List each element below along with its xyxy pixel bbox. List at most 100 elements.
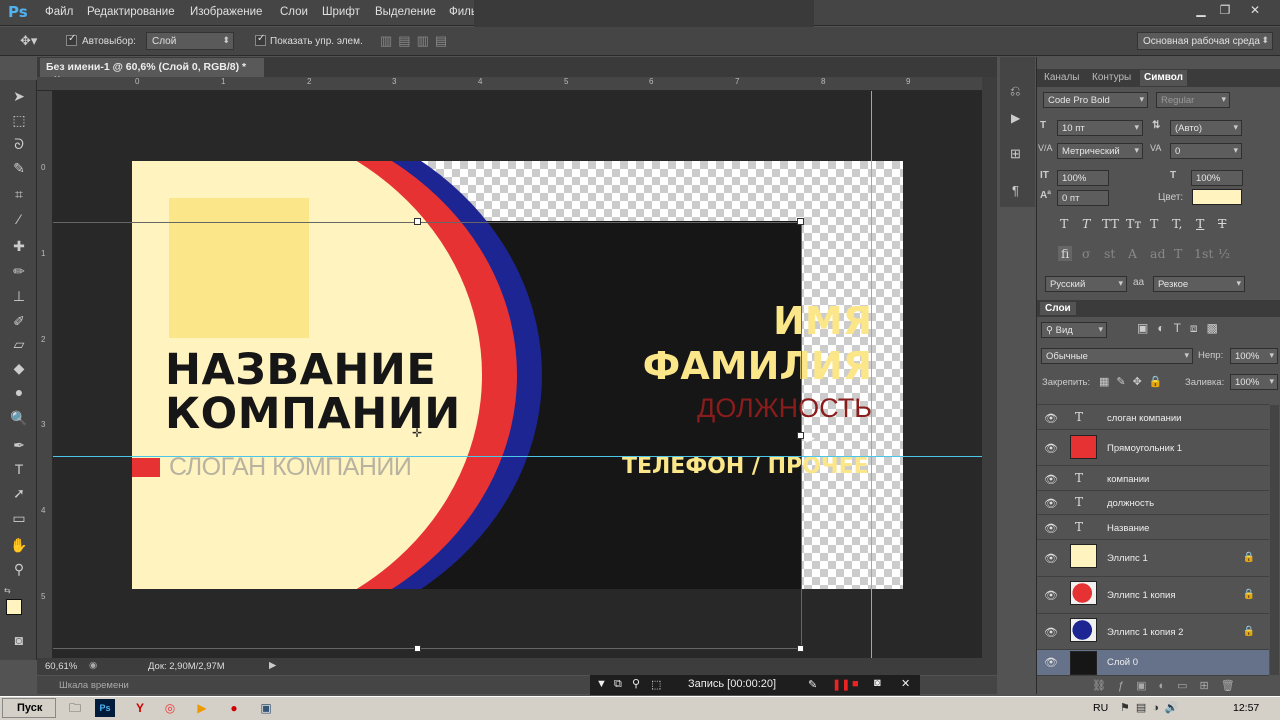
font-style-select[interactable]: Regular	[1156, 92, 1230, 108]
autoselect-checkbox[interactable]	[66, 33, 77, 46]
small-caps-button[interactable]: Tт	[1126, 216, 1141, 231]
tray-icons[interactable]: ⚑▤◑🔊	[1120, 701, 1185, 714]
layer-row[interactable]: 👁 T слоган компании	[1037, 405, 1269, 430]
layer-row[interactable]: 👁 T компании	[1037, 466, 1269, 491]
restore-icon[interactable]: ❐	[1214, 3, 1236, 19]
menu-edit[interactable]: Редактирование	[87, 6, 175, 18]
properties-icon[interactable]: ⊞	[1010, 146, 1021, 162]
paragraph-icon[interactable]: ¶	[1012, 183, 1019, 198]
visibility-eye-icon[interactable]: 👁	[1044, 626, 1058, 639]
transform-handle[interactable]	[797, 645, 804, 652]
close-record-icon[interactable]: ✕	[901, 677, 910, 690]
foreground-color-swatch[interactable]	[6, 599, 22, 615]
recorder-icon[interactable]: ●	[224, 699, 244, 717]
document-tab[interactable]: Без имени-1 @ 60,6% (Слой 0, RGB/8) * ×	[40, 58, 264, 85]
kerning-field[interactable]: Метрический	[1057, 143, 1143, 159]
yandex-icon[interactable]: Y	[130, 699, 150, 717]
layer-row[interactable]: 👁 T должность	[1037, 491, 1269, 515]
ligatures-button[interactable]: fi	[1058, 246, 1073, 261]
tab-channels[interactable]: Каналы	[1040, 70, 1084, 86]
media-player-icon[interactable]: ▶	[192, 699, 212, 717]
eyedropper-icon[interactable]: ⁄	[9, 209, 29, 229]
guide-vertical[interactable]	[871, 91, 872, 658]
actions-play-icon[interactable]: ▶	[1011, 111, 1020, 125]
font-family-select[interactable]: Code Pro Bold	[1043, 92, 1148, 108]
lock-icons[interactable]: ▦✎✥🔒	[1099, 375, 1170, 388]
vertical-scale-field[interactable]: 100%	[1057, 170, 1109, 186]
blur-icon[interactable]: ●	[9, 382, 29, 402]
chrome-icon[interactable]: ◎	[160, 699, 180, 717]
quick-select-icon[interactable]: ✎	[9, 158, 29, 178]
visibility-eye-icon[interactable]: 👁	[1044, 497, 1058, 510]
visibility-eye-icon[interactable]: 👁	[1044, 656, 1058, 669]
menu-select[interactable]: Выделение	[375, 6, 436, 18]
leading-field[interactable]: (Авто)	[1170, 120, 1242, 136]
old-style-button[interactable]: σ	[1082, 246, 1091, 261]
zoom-icon[interactable]: ⚲	[9, 559, 29, 579]
status-info-icon[interactable]: ◉	[89, 660, 97, 671]
visibility-eye-icon[interactable]: 👁	[1044, 589, 1058, 602]
layer-row[interactable]: 👁 Эллипс 1 копия 🔒	[1037, 577, 1269, 614]
window-app-icon[interactable]: ▣	[256, 699, 276, 717]
menu-file[interactable]: Файл	[45, 6, 73, 18]
move-icon[interactable]: ➤	[9, 86, 29, 106]
menu-filter[interactable]: Филь	[449, 6, 477, 18]
transform-handle[interactable]	[797, 432, 804, 439]
tracking-field[interactable]: 0	[1170, 143, 1242, 159]
healing-icon[interactable]: ✚	[9, 236, 29, 256]
titling-button[interactable]: T	[1174, 246, 1182, 261]
history-brush-icon[interactable]: ✐	[9, 311, 29, 331]
start-button[interactable]: Пуск	[2, 698, 56, 718]
status-menu-arrow-icon[interactable]: ▶	[269, 660, 276, 671]
show-controls-checkbox[interactable]	[255, 33, 266, 46]
pen-icon[interactable]: ✒	[9, 435, 29, 455]
baseline-field[interactable]: 0 пт	[1057, 190, 1109, 206]
window-capture-icon[interactable]: ⧉	[614, 678, 622, 691]
transform-handle[interactable]	[414, 218, 421, 225]
strikethrough-button[interactable]: T	[1218, 216, 1226, 231]
photoshop-taskbar-icon[interactable]: Ps	[95, 699, 115, 717]
path-select-icon[interactable]: ➚	[9, 483, 29, 503]
menu-image[interactable]: Изображение	[190, 6, 262, 18]
tab-layers[interactable]: Слои	[1040, 302, 1076, 315]
subscript-button[interactable]: T,	[1172, 216, 1182, 231]
underline-button[interactable]: T	[1196, 216, 1204, 231]
stamp-icon[interactable]: ⊥	[9, 286, 29, 306]
timeline-label[interactable]: Шкала времени	[59, 680, 129, 691]
brush-icon[interactable]: ✏	[9, 261, 29, 281]
layer-row[interactable]: 👁 T Название	[1037, 515, 1269, 540]
layer-filter-icons[interactable]: ▣◐T⧈▩	[1137, 321, 1227, 336]
layer-footer-icons[interactable]: ⛓ƒ▣◐▭⊞🗑	[1092, 679, 1247, 692]
layer-filter-select[interactable]: ⚲ Вид	[1041, 322, 1107, 338]
hand-icon[interactable]: ✋	[9, 535, 29, 555]
all-caps-button[interactable]: TT	[1102, 216, 1119, 231]
crop-icon[interactable]: ⌗	[9, 184, 29, 204]
guide-horizontal[interactable]	[53, 456, 982, 457]
history-icon[interactable]: ⎌	[1010, 83, 1020, 99]
visibility-eye-icon[interactable]: 👁	[1044, 412, 1058, 425]
move-tool-icon[interactable]: ✥▾	[20, 33, 37, 49]
visibility-eye-icon[interactable]: 👁	[1044, 522, 1058, 535]
opacity-field[interactable]: 100%	[1230, 348, 1278, 364]
swap-colors-icon[interactable]: ⇆	[4, 586, 11, 595]
fractions-button[interactable]: ½	[1218, 246, 1230, 261]
autoselect-dropdown[interactable]: Слой	[146, 32, 234, 50]
tab-paths[interactable]: Контуры	[1088, 70, 1135, 86]
align-icons[interactable]: ▥▤▥▤	[380, 33, 453, 49]
faux-bold-button[interactable]: T	[1060, 216, 1068, 231]
fill-field[interactable]: 100%	[1230, 374, 1278, 390]
layer-row-selected[interactable]: 👁 Слой 0	[1037, 650, 1269, 676]
pause-icon[interactable]: ❚❚	[832, 678, 850, 691]
dodge-icon[interactable]: 🔍	[9, 408, 29, 428]
antialias-select[interactable]: Резкое	[1153, 276, 1245, 292]
pen-icon[interactable]: ✎	[808, 678, 817, 691]
visibility-eye-icon[interactable]: 👁	[1044, 552, 1058, 565]
menu-layers[interactable]: Слои	[280, 6, 308, 18]
type-tool-icon[interactable]: T	[9, 459, 29, 479]
zoom-level[interactable]: 60,61%	[45, 661, 77, 672]
search-icon[interactable]: ⚲	[632, 677, 640, 690]
visibility-eye-icon[interactable]: 👁	[1044, 442, 1058, 455]
layer-row[interactable]: 👁 Эллипс 1 🔒	[1037, 540, 1269, 577]
menu-type[interactable]: Шрифт	[322, 6, 360, 18]
stylistic-alternates-button[interactable]: ad	[1150, 246, 1165, 261]
